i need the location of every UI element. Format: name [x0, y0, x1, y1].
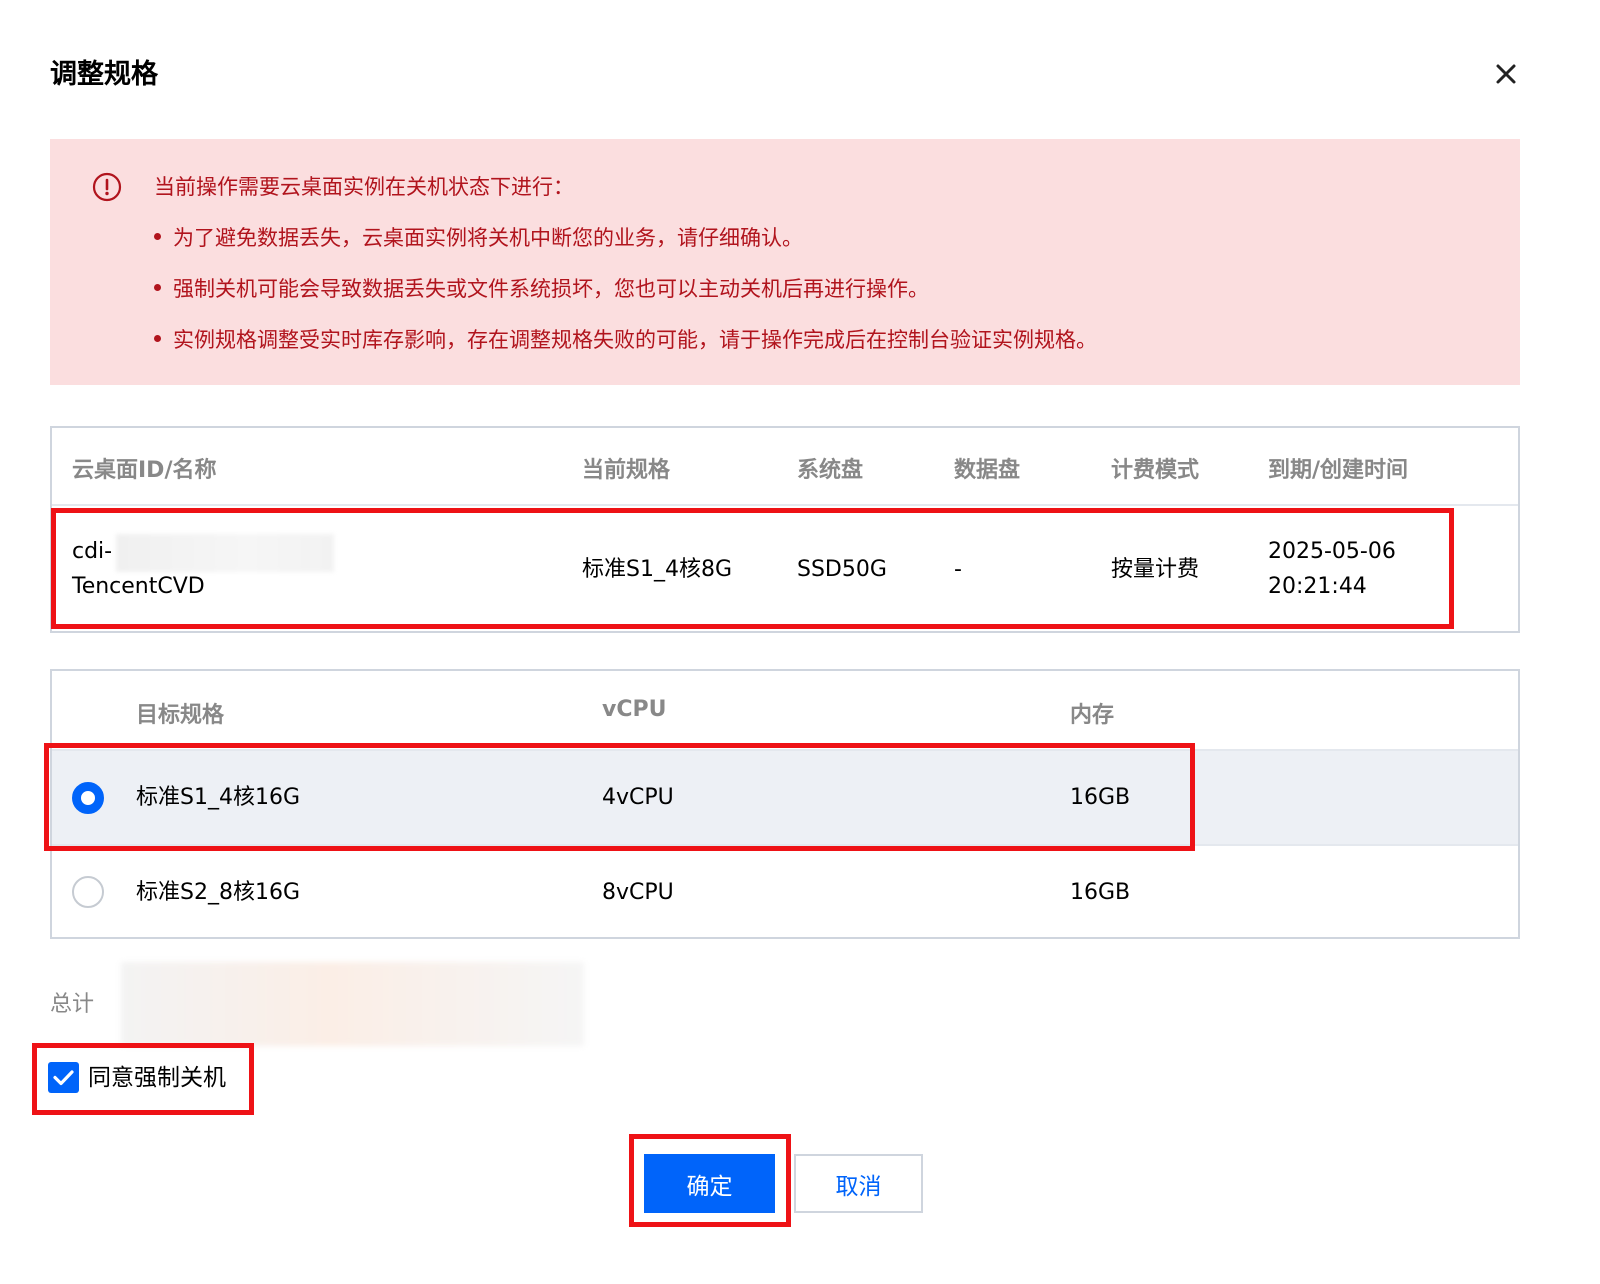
- alert-item-text: 实例规格调整受实时库存影响，存在调整规格失败的可能，请于操作完成后在控制台验证实…: [173, 328, 1097, 352]
- spec-radio-s1[interactable]: [72, 782, 104, 814]
- spec-name: 标准S1_4核16G: [136, 785, 301, 810]
- bullet-icon: [154, 232, 161, 240]
- instance-name: TencentCVD: [72, 574, 205, 599]
- system-disk: SSD50G: [797, 557, 887, 582]
- spec-name: 标准S2_8核16G: [136, 880, 301, 905]
- header-vcpu: vCPU: [602, 697, 667, 722]
- table-header: 云桌面ID/名称 当前规格 系统盘 数据盘 计费模式 到期/创建时间: [52, 428, 1518, 506]
- cancel-button[interactable]: 取消: [794, 1154, 923, 1213]
- confirm-button[interactable]: 确定: [644, 1154, 775, 1213]
- warning-alert: 当前操作需要云桌面实例在关机状态下进行： 为了避免数据丢失，云桌面实例将关机中断…: [50, 139, 1520, 385]
- header-date: 到期/创建时间: [1268, 458, 1409, 483]
- spec-table: 目标规格 vCPU 内存 标准S1_4核16G 4vCPU 16GB 标准S2_…: [50, 669, 1520, 939]
- bullet-icon: [154, 334, 161, 342]
- spec-memory: 16GB: [1070, 880, 1131, 905]
- alert-item: 实例规格调整受实时库存影响，存在调整规格失败的可能，请于操作完成后在控制台验证实…: [154, 325, 1097, 355]
- header-billing: 计费模式: [1111, 458, 1200, 483]
- expire-time: 20:21:44: [1268, 574, 1367, 599]
- dialog-title: 调整规格: [50, 59, 158, 90]
- spec-vcpu: 4vCPU: [602, 785, 674, 810]
- table-header: 目标规格 vCPU 内存: [52, 671, 1518, 751]
- spec-radio-s2[interactable]: [72, 876, 104, 908]
- expire-date: 2025-05-06: [1268, 539, 1396, 564]
- spec-row-s2[interactable]: 标准S2_8核16G 8vCPU 16GB: [52, 846, 1518, 941]
- header-target-spec: 目标规格: [136, 703, 225, 728]
- header-data-disk: 数据盘: [954, 458, 1021, 483]
- bullet-icon: [154, 283, 161, 291]
- instance-table: 云桌面ID/名称 当前规格 系统盘 数据盘 计费模式 到期/创建时间 cdi- …: [50, 426, 1520, 633]
- spec-vcpu: 8vCPU: [602, 880, 674, 905]
- alert-item-text: 强制关机可能会导致数据丢失或文件系统损坏，您也可以主动关机后再进行操作。: [173, 277, 929, 301]
- header-current-spec: 当前规格: [582, 458, 671, 483]
- header-instance-id: 云桌面ID/名称: [72, 458, 217, 483]
- billing-mode: 按量计费: [1111, 557, 1200, 582]
- header-memory: 内存: [1070, 703, 1115, 728]
- close-icon[interactable]: [1490, 58, 1522, 90]
- redacted-id: [116, 534, 334, 572]
- redacted-total-price: [121, 962, 584, 1046]
- alert-heading: 当前操作需要云桌面实例在关机状态下进行：: [154, 175, 574, 199]
- spec-memory: 16GB: [1070, 785, 1131, 810]
- alert-circle-icon: [92, 172, 122, 202]
- alert-item-text: 为了避免数据丢失，云桌面实例将关机中断您的业务，请仔细确认。: [173, 226, 803, 250]
- header-system-disk: 系统盘: [797, 458, 864, 483]
- instance-id-prefix: cdi-: [72, 539, 113, 564]
- spec-row-s1[interactable]: 标准S1_4核16G 4vCPU 16GB: [52, 751, 1518, 846]
- alert-item: 为了避免数据丢失，云桌面实例将关机中断您的业务，请仔细确认。: [154, 223, 803, 253]
- checkbox-checked-icon[interactable]: [48, 1062, 79, 1093]
- agree-label: 同意强制关机: [88, 1065, 226, 1091]
- alert-item: 强制关机可能会导致数据丢失或文件系统损坏，您也可以主动关机后再进行操作。: [154, 274, 929, 304]
- current-spec: 标准S1_4核8G: [582, 557, 733, 582]
- total-label: 总计: [50, 992, 95, 1017]
- data-disk: -: [954, 557, 962, 582]
